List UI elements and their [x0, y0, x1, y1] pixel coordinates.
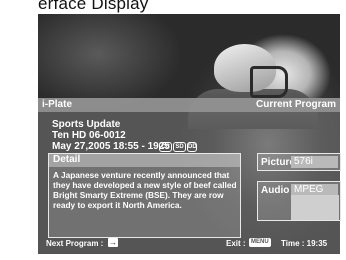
exit-label: Exit : [226, 239, 246, 248]
caption-title: erface Display [38, 0, 149, 13]
detail-text: A Japanese venture recently announced th… [53, 170, 237, 210]
next-program-label: Next Program : [46, 239, 104, 248]
dd-badge: DD [187, 142, 197, 152]
audio-option[interactable]: Audio MPEG En [257, 181, 341, 221]
audio-panel-fill [291, 195, 339, 220]
sd-badge: SD [173, 142, 186, 152]
program-name: Sports Update [52, 119, 121, 130]
current-program-label: Current Program [255, 99, 336, 110]
audio-label: Audio [261, 185, 290, 196]
program-time: May 27,2005 18:55 - 1925 [52, 141, 170, 152]
menu-button[interactable]: MENU [249, 238, 271, 247]
face-mask [250, 66, 288, 98]
detail-heading: Detail [53, 154, 81, 165]
info-plate: i-Plate Current Program Sports Update Te… [38, 98, 341, 254]
next-arrow-icon[interactable]: → [108, 238, 118, 247]
picture-label: Picture [261, 157, 295, 168]
time-display: Time : 19:35 [281, 239, 328, 248]
cc-badge: CC [159, 142, 172, 152]
picture-value: 576i [291, 156, 338, 168]
picture-option[interactable]: Picture 576i [257, 153, 341, 171]
detail-box: Detail A Japanese venture recently annou… [48, 153, 241, 238]
program-channel: Ten HD 06-0012 [52, 130, 126, 141]
plate-header: i-Plate Current Program [38, 98, 340, 112]
plate-title: i-Plate [42, 99, 73, 110]
detail-header: Detail [49, 154, 240, 167]
